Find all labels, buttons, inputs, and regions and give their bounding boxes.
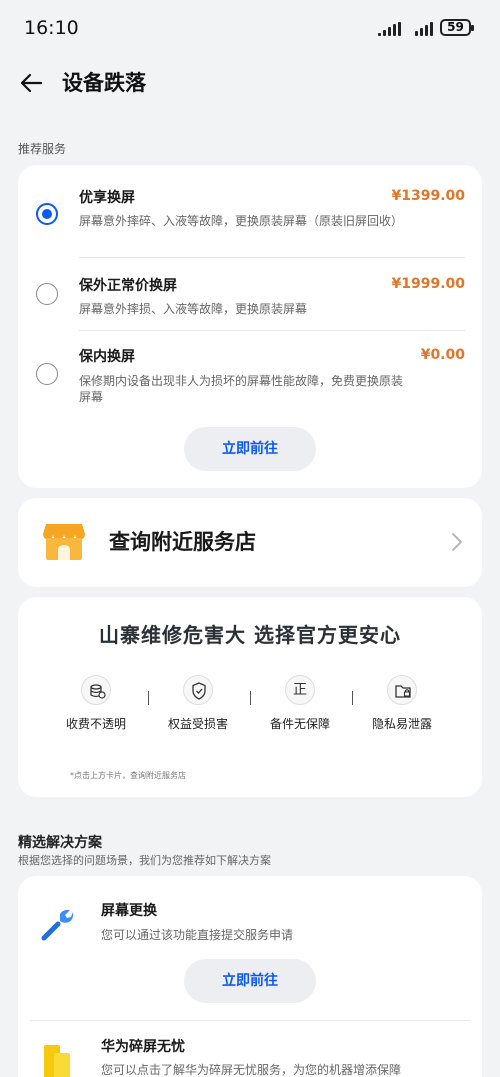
coin-stack-icon xyxy=(81,675,111,705)
service-option-in-warranty[interactable]: 保内换屏 ¥0.00 保修期内设备出现非人为损坏的屏幕性能故障，免费更换原装屏幕 xyxy=(18,331,482,413)
radio-unselected-icon[interactable] xyxy=(36,283,58,305)
option-price: ¥1999.00 xyxy=(391,276,465,292)
option-title: 优享换屏 xyxy=(79,190,135,206)
hazard-opaque-fees: 收费不透明 xyxy=(46,675,146,732)
hazard-label: 隐私易泄露 xyxy=(371,717,432,731)
signal-icon-2 xyxy=(415,22,433,36)
option-title: 保外正常价换屏 xyxy=(79,278,177,294)
header: 设备跌落 xyxy=(0,58,500,108)
solutions-card: 屏幕更换 您可以通过该功能直接提交服务申请 立即前往 华为碎屏无忧 您可以点击了… xyxy=(18,876,482,1077)
option-price: ¥0.00 xyxy=(420,347,465,363)
shield-icon xyxy=(183,675,213,705)
hazard-rights-damaged: 权益受损害 xyxy=(148,675,248,732)
signal-icon xyxy=(378,22,401,36)
solutions-subtitle: 根据您选择的问题场景，我们为您推荐如下解决方案 xyxy=(18,854,271,867)
hazard-parts-unguaranteed: 正 备件无保障 xyxy=(250,675,350,732)
folder-lock-icon xyxy=(387,675,417,705)
hazard-label: 收费不透明 xyxy=(65,717,126,731)
option-desc: 保修期内设备出现非人为损坏的屏幕性能故障，免费更换原装屏幕 xyxy=(79,374,404,404)
solution-title: 华为碎屏无忧 xyxy=(101,1039,185,1055)
official-repair-promo-card[interactable]: 山寨维修危害大 选择官方更安心 收费不透明 权益受损害 正 备件无保障 隐私易泄… xyxy=(18,597,482,797)
back-arrow-icon[interactable] xyxy=(16,68,46,98)
go-now-button[interactable]: 立即前往 xyxy=(184,427,316,471)
go-now-button[interactable]: 立即前往 xyxy=(184,959,316,1003)
radio-selected-icon[interactable] xyxy=(36,203,58,225)
service-option-premium[interactable]: 优享换屏 ¥1399.00 屏幕意外摔碎、入液等故障，更换原装屏幕（原装旧屏回收… xyxy=(18,165,482,257)
service-option-out-of-warranty[interactable]: 保外正常价换屏 ¥1999.00 屏幕意外摔损、入液等故障，更换原装屏幕 xyxy=(18,258,482,330)
radio-unselected-icon[interactable] xyxy=(36,363,58,385)
hazard-privacy-leak: 隐私易泄露 xyxy=(352,675,452,732)
nearby-store-label: 查询附近服务店 xyxy=(109,530,256,554)
wrench-icon xyxy=(41,909,74,941)
hazard-label: 备件无保障 xyxy=(269,717,330,731)
page-title: 设备跌落 xyxy=(62,71,146,95)
solution-desc: 您可以通过该功能直接提交服务申请 xyxy=(101,928,294,942)
battery-icon: 59 xyxy=(440,19,474,36)
option-price: ¥1399.00 xyxy=(391,188,465,204)
solution-desc: 您可以点击了解华为碎屏无忧服务，为您的机器增添保障 xyxy=(101,1063,402,1077)
zheng-icon: 正 xyxy=(285,675,315,705)
promo-footnote: *点击上方卡片，查询附近服务店 xyxy=(70,771,186,780)
option-desc: 屏幕意外摔损、入液等故障，更换原装屏幕 xyxy=(79,302,308,316)
section-label-recommended: 推荐服务 xyxy=(18,142,67,156)
promo-title: 山寨维修危害大 选择官方更安心 xyxy=(99,623,401,647)
solution-title: 屏幕更换 xyxy=(101,903,157,919)
solution-item-screen-replacement[interactable]: 屏幕更换 您可以通过该功能直接提交服务申请 立即前往 xyxy=(18,876,482,1016)
chevron-right-icon xyxy=(452,533,462,551)
phone-card-icon xyxy=(44,1045,70,1077)
hazard-label: 权益受损害 xyxy=(167,717,228,731)
solutions-title: 精选解决方案 xyxy=(18,835,102,851)
nearby-store-card[interactable]: 查询附近服务店 xyxy=(18,498,482,587)
option-desc: 屏幕意外摔碎、入液等故障，更换原装屏幕（原装旧屏回收） xyxy=(79,214,404,228)
option-title: 保内换屏 xyxy=(79,349,135,365)
solution-item-screen-protection[interactable]: 华为碎屏无忧 您可以点击了解华为碎屏无忧服务，为您的机器增添保障 xyxy=(18,1021,482,1077)
status-bar: 16:10 59 xyxy=(0,0,500,58)
status-time: 16:10 xyxy=(24,17,79,39)
recommended-services-card: 优享换屏 ¥1399.00 屏幕意外摔碎、入液等故障，更换原装屏幕（原装旧屏回收… xyxy=(18,165,482,488)
store-icon xyxy=(43,524,85,560)
